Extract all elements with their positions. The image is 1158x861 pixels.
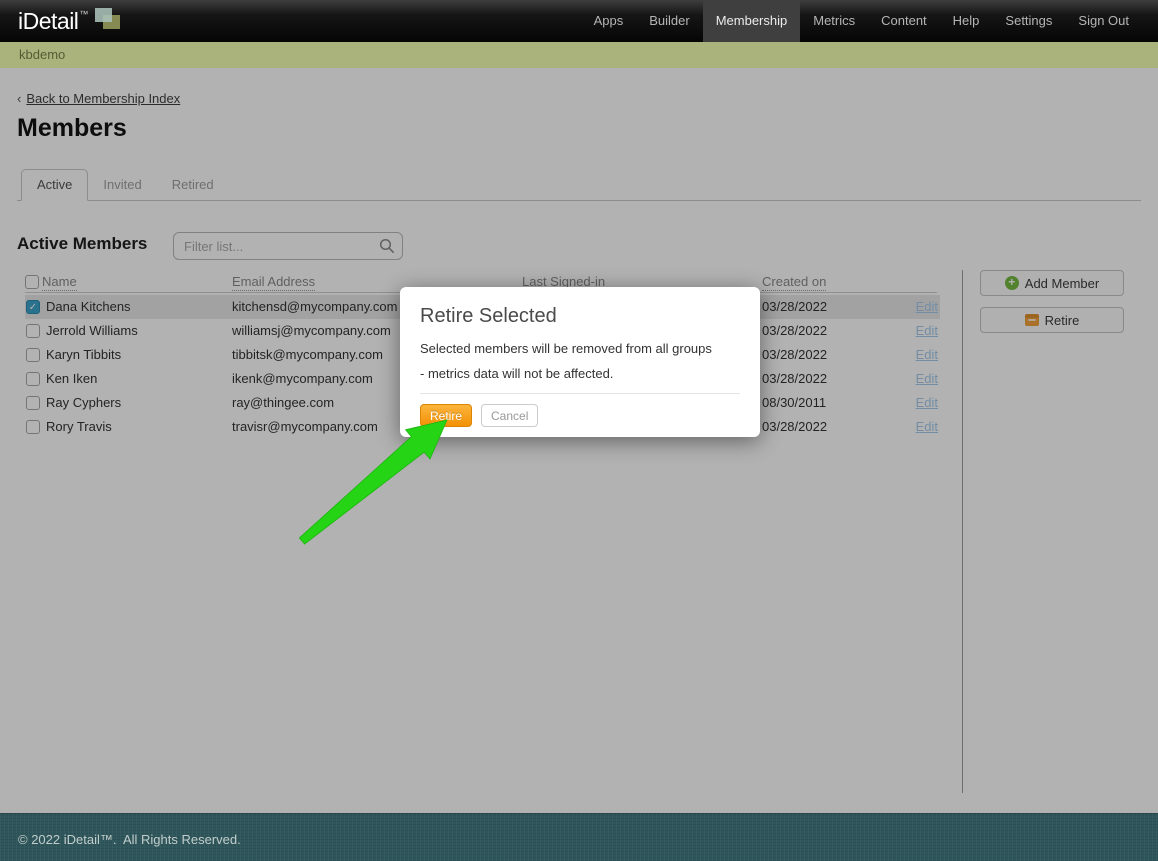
modal-divider (420, 393, 740, 394)
account-bar: kbdemo (0, 42, 1158, 68)
nav-item-help[interactable]: Help (940, 0, 993, 42)
cancel-button[interactable]: Cancel (481, 404, 538, 427)
nav-item-metrics[interactable]: Metrics (800, 0, 868, 42)
modal-body-line1: Selected members will be removed from al… (420, 341, 740, 356)
app-logo[interactable]: iDetail ™ (18, 6, 124, 36)
account-name: kbdemo (19, 47, 65, 62)
logo-squares-icon (94, 6, 124, 32)
app-window: iDetail ™ AppsBuilderMembershipMetricsCo… (0, 0, 1158, 861)
nav-item-content[interactable]: Content (868, 0, 940, 42)
top-nav: iDetail ™ AppsBuilderMembershipMetricsCo… (0, 0, 1158, 42)
retire-confirm-button[interactable]: Retire (420, 404, 472, 427)
nav-item-sign-out[interactable]: Sign Out (1065, 0, 1142, 42)
copyright-text: © 2022 iDetail™. All Rights Reserved. (0, 814, 1158, 847)
modal-backdrop (0, 68, 1158, 813)
logo-trademark: ™ (79, 9, 88, 19)
nav-item-builder[interactable]: Builder (636, 0, 702, 42)
modal-actions: Retire Cancel (420, 404, 740, 427)
retire-selected-modal: Retire Selected Selected members will be… (400, 287, 760, 437)
nav-items: AppsBuilderMembershipMetricsContentHelpS… (581, 0, 1142, 42)
nav-item-membership[interactable]: Membership (703, 0, 801, 42)
logo-text: iDetail (18, 6, 78, 36)
footer: © 2022 iDetail™. All Rights Reserved. (0, 813, 1158, 861)
modal-title: Retire Selected (420, 305, 740, 328)
nav-item-settings[interactable]: Settings (992, 0, 1065, 42)
nav-item-apps[interactable]: Apps (581, 0, 637, 42)
modal-body-line2: - metrics data will not be affected. (420, 366, 740, 381)
